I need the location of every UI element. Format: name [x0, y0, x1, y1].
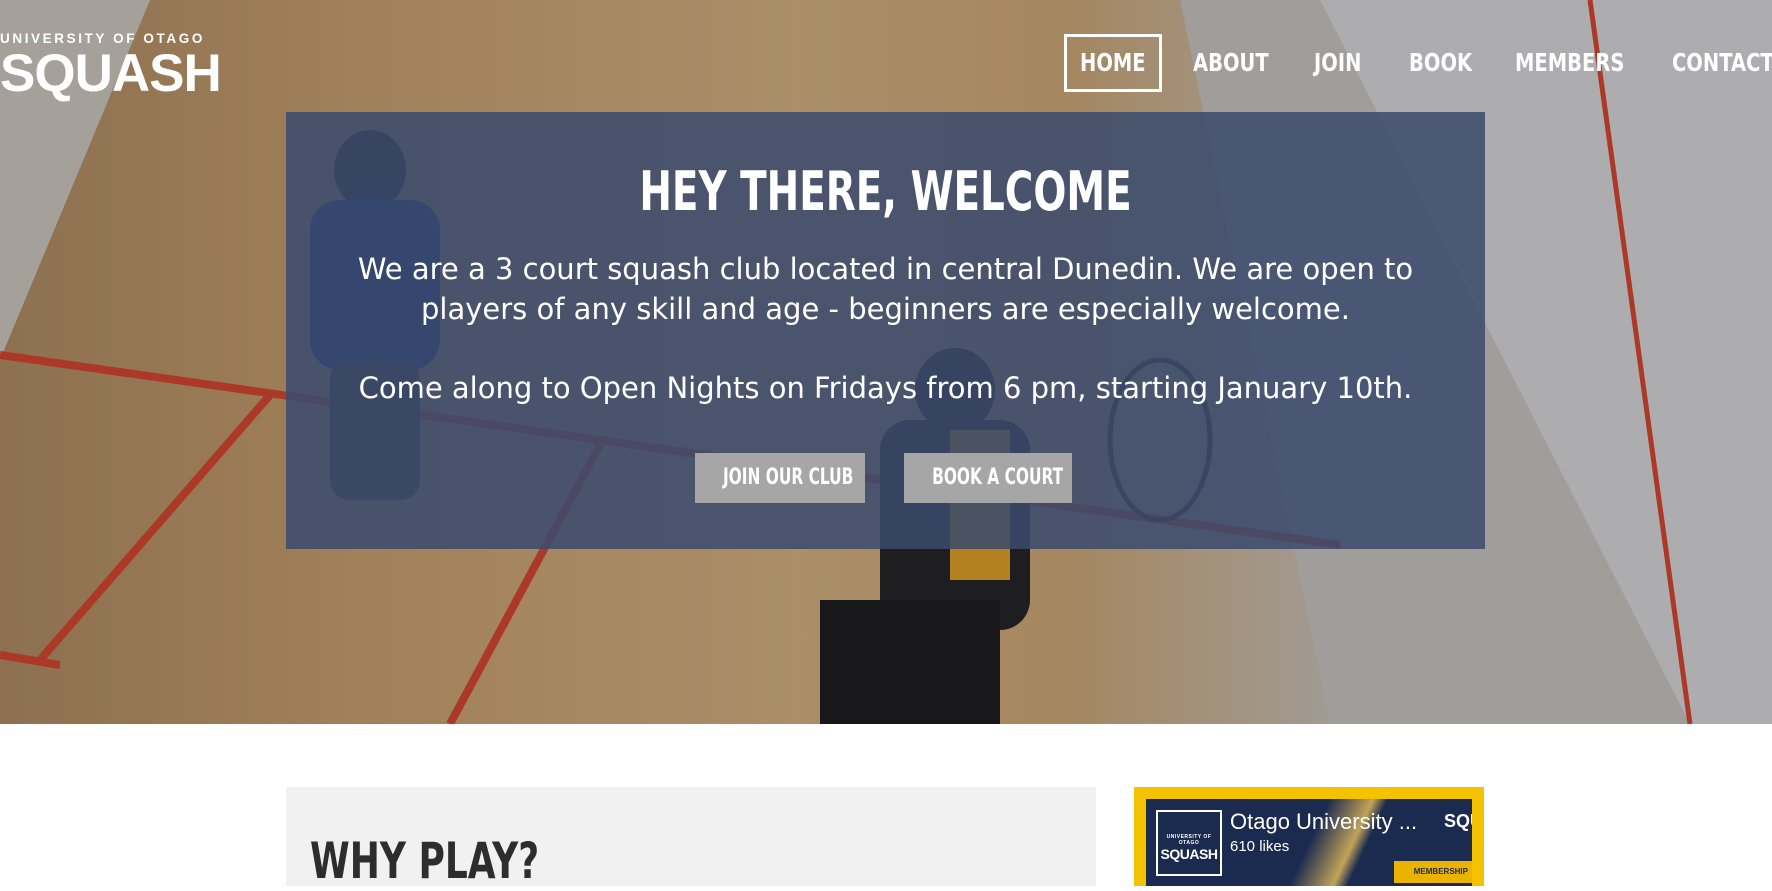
avatar-squash-text: SQUASH [1160, 846, 1218, 862]
nav-item-contact[interactable]: CONTACT [1672, 34, 1772, 92]
nav-item-join[interactable]: JOIN [1314, 34, 1361, 92]
welcome-heading: HEY THERE, WELCOME [639, 160, 1132, 223]
nav-item-about[interactable]: ABOUT [1193, 34, 1269, 92]
facebook-widget: UNIVERSITY OF OTAGO SQUASH Otago Univers… [1134, 787, 1484, 886]
why-play-heading: WHY PLAY? [310, 832, 540, 890]
avatar-university-text: UNIVERSITY OF OTAGO [1166, 834, 1212, 846]
open-nights-text: Come along to Open Nights on Fridays fro… [358, 371, 1413, 405]
facebook-page-card[interactable]: UNIVERSITY OF OTAGO SQUASH Otago Univers… [1146, 799, 1472, 886]
book-court-button[interactable]: BOOK A COURT [904, 453, 1072, 503]
facebook-likes-count: 610 likes [1230, 838, 1290, 855]
join-club-button[interactable]: JOIN OUR CLUB [695, 453, 865, 503]
site-logo[interactable]: UNIVERSITY OF OTAGO SQUASH [0, 32, 222, 103]
welcome-panel: HEY THERE, WELCOME We are a 3 court squa… [286, 112, 1485, 549]
why-play-section: WHY PLAY? [286, 787, 1096, 890]
welcome-intro-text: We are a 3 court squash club located in … [357, 252, 1414, 326]
facebook-page-avatar[interactable]: UNIVERSITY OF OTAGO SQUASH [1156, 810, 1222, 876]
nav-item-members[interactable]: MEMBERS [1515, 34, 1624, 92]
book-court-button-label: BOOK A COURT [932, 465, 1064, 490]
join-club-button-label: JOIN OUR CLUB [722, 465, 854, 490]
nav-item-home[interactable]: HOME [1080, 34, 1146, 92]
facebook-cover-text: SQU [1444, 811, 1472, 831]
facebook-page-name[interactable]: Otago University ... [1230, 809, 1440, 835]
facebook-cover-tag: MEMBERSHIP [1394, 861, 1472, 883]
logo-squash-text: SQUASH [0, 44, 222, 103]
hero-banner: UNIVERSITY OF OTAGO SQUASH HOME ABOUT JO… [0, 0, 1772, 724]
nav-item-book[interactable]: BOOK [1409, 34, 1472, 92]
